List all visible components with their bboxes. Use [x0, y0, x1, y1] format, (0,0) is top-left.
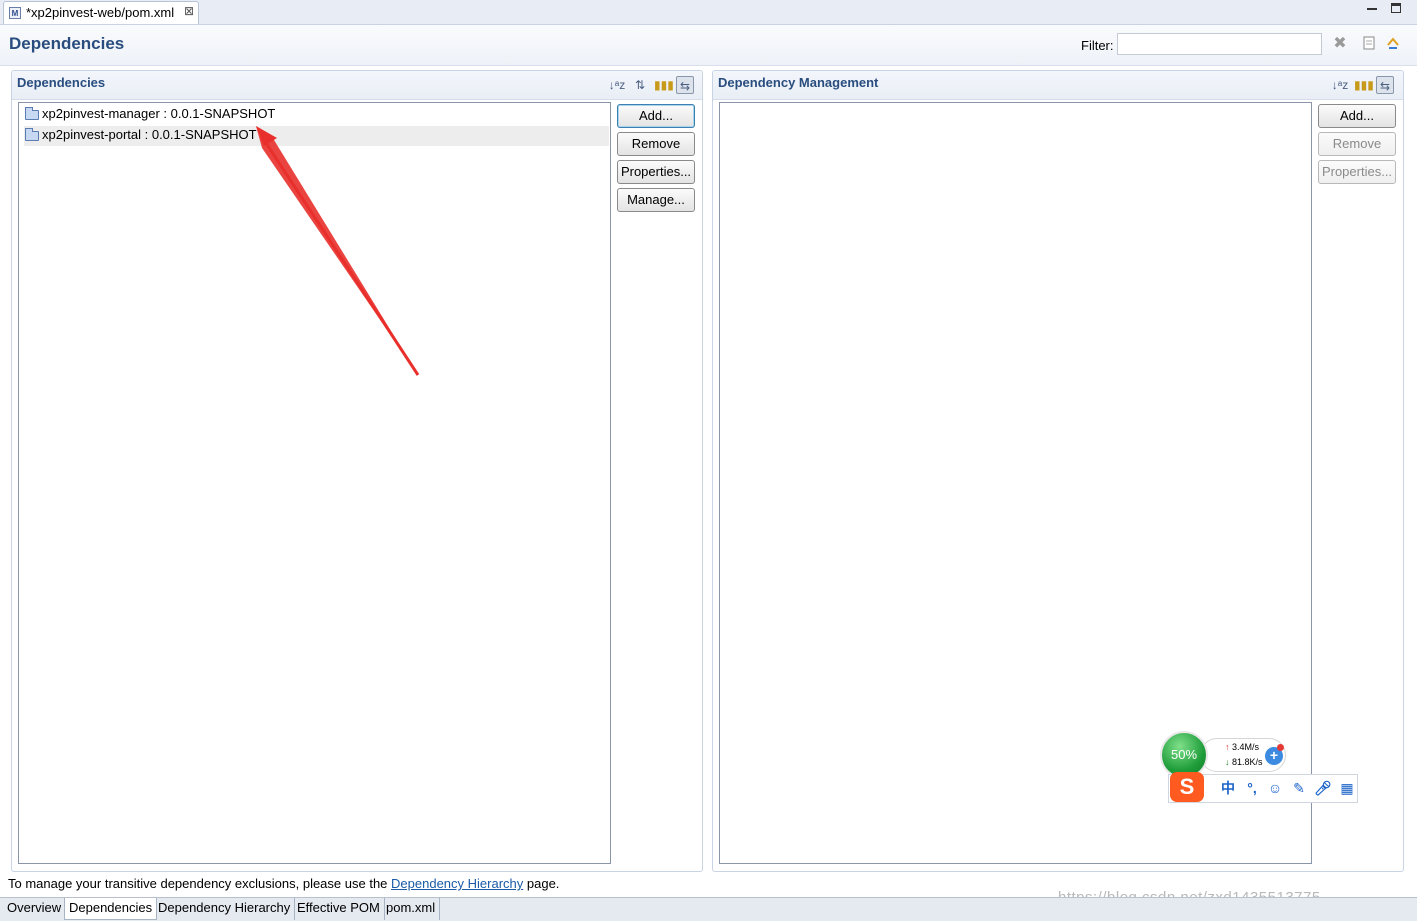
tab-overview[interactable]: Overview — [3, 898, 67, 920]
network-speed-panel: ↑ 3.4M/s ↓ 81.8K/s + — [1200, 738, 1286, 772]
dependencies-section-header: Dependencies ↓ᵃz ⇅ ▮▮▮ ⇆ — [12, 71, 702, 100]
emoji-icon[interactable]: ☺ — [1266, 779, 1284, 797]
sort-az-icon[interactable]: ↓ᵃz — [1331, 76, 1349, 94]
chinese-mode-toggle[interactable]: 中 — [1219, 779, 1237, 797]
punctuation-toggle[interactable]: °, — [1243, 779, 1261, 797]
remove-dependency-button[interactable]: Remove — [617, 132, 695, 156]
dependencies-section-title: Dependencies — [17, 75, 106, 90]
properties-managed-button[interactable]: Properties... — [1318, 160, 1396, 184]
filter-label: Filter: — [1081, 38, 1114, 53]
filter-input[interactable] — [1117, 33, 1322, 55]
show-group-icon[interactable]: ⇅ — [631, 76, 649, 94]
skin-icon[interactable]: ✎ — [1290, 779, 1308, 797]
download-speed: ↓ 81.8K/s — [1225, 757, 1263, 767]
dependency-label: xp2pinvest-manager : 0.0.1-SNAPSHOT — [42, 106, 276, 121]
dependencies-section: Dependencies ↓ᵃz ⇅ ▮▮▮ ⇆ xp2pinvest-mana… — [11, 70, 703, 872]
folder-icon — [25, 107, 39, 120]
refresh-icon[interactable] — [1384, 35, 1402, 53]
maven-file-icon: M — [9, 7, 21, 19]
manage-dependency-button[interactable]: Manage... — [617, 188, 695, 212]
filter-toggle-icon[interactable]: ⇆ — [676, 76, 694, 94]
dependency-hierarchy-link[interactable]: Dependency Hierarchy — [391, 876, 523, 891]
list-item[interactable]: xp2pinvest-portal : 0.0.1-SNAPSHOT — [24, 126, 609, 146]
show-columns-icon[interactable]: ▮▮▮ — [1354, 76, 1374, 94]
folder-icon — [25, 128, 39, 141]
dependency-management-title: Dependency Management — [718, 75, 879, 90]
page-header: Dependencies Filter: ✖ — [0, 25, 1417, 66]
list-item[interactable]: xp2pinvest-manager : 0.0.1-SNAPSHOT — [24, 105, 609, 125]
notification-dot — [1277, 744, 1284, 751]
clear-filter-icon[interactable]: ✖ — [1331, 35, 1349, 53]
remove-managed-button[interactable]: Remove — [1318, 132, 1396, 156]
tab-pom-xml[interactable]: pom.xml — [382, 898, 441, 920]
toolbox-icon[interactable]: ▦ — [1338, 779, 1356, 797]
show-columns-icon[interactable]: ▮▮▮ — [654, 76, 674, 94]
ime-toolbar: S 中 °, ☺ ✎ 🎤︎ ▦ — [1168, 772, 1358, 803]
dependencies-list[interactable]: xp2pinvest-manager : 0.0.1-SNAPSHOT xp2p… — [18, 102, 611, 864]
editor-tab-strip: M *xp2pinvest-web/pom.xml ⊠ — [0, 0, 1417, 25]
properties-dependency-button[interactable]: Properties... — [617, 160, 695, 184]
editor-tab-title: *xp2pinvest-web/pom.xml — [26, 5, 175, 20]
filter-toggle-icon[interactable]: ⇆ — [1376, 76, 1394, 94]
dependency-label: xp2pinvest-portal : 0.0.1-SNAPSHOT — [42, 127, 257, 142]
upload-speed: ↑ 3.4M/s — [1225, 742, 1260, 752]
dependency-management-section: Dependency Management ↓ᵃz ▮▮▮ ⇆ Add... R… — [712, 70, 1404, 872]
add-managed-button[interactable]: Add... — [1318, 104, 1396, 128]
dependency-management-header: Dependency Management ↓ᵃz ▮▮▮ ⇆ — [713, 71, 1403, 100]
editor-tab-pom[interactable]: M *xp2pinvest-web/pom.xml ⊠ — [3, 1, 199, 24]
maximize-icon[interactable] — [1391, 3, 1401, 13]
open-pom-icon[interactable] — [1360, 35, 1378, 53]
add-dependency-button[interactable]: Add... — [617, 104, 695, 128]
tab-dependency-hierarchy[interactable]: Dependency Hierarchy — [154, 898, 296, 920]
minimize-icon[interactable] — [1367, 8, 1377, 10]
note-text: To manage your transitive dependency exc… — [8, 876, 388, 891]
sogou-logo-icon[interactable]: S — [1170, 772, 1204, 802]
page-title: Dependencies — [9, 34, 125, 53]
pom-editor-page-tabs: Overview Dependencies Dependency Hierarc… — [0, 897, 1417, 921]
transitive-exclusions-note: To manage your transitive dependency exc… — [8, 876, 559, 891]
tab-dependencies[interactable]: Dependencies — [64, 898, 158, 920]
tab-effective-pom[interactable]: Effective POM — [293, 898, 385, 920]
close-tab-icon[interactable]: ⊠ — [184, 4, 194, 18]
microphone-icon[interactable]: 🎤︎ — [1314, 779, 1332, 797]
sort-az-icon[interactable]: ↓ᵃz — [608, 76, 626, 94]
note-text-end: page. — [526, 876, 560, 891]
